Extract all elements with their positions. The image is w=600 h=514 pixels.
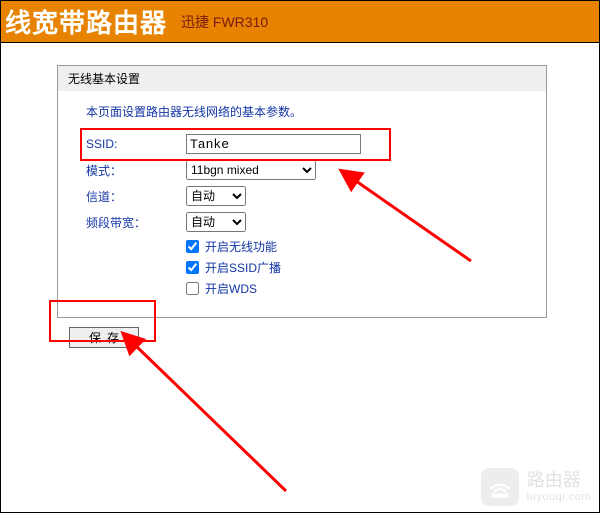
watermark-text: 路由器 luyouqi.com	[527, 471, 591, 503]
enable-ssid-broadcast-label: 开启SSID广播	[205, 259, 281, 276]
page-content: 无线基本设置 本页面设置路由器无线网络的基本参数。 SSID: 模式： 11bg…	[57, 65, 547, 351]
ssid-label: SSID:	[86, 137, 186, 151]
ssid-input[interactable]	[186, 134, 361, 154]
bandwidth-select[interactable]: 自动	[186, 212, 246, 232]
enable-wds-checkbox[interactable]	[186, 282, 199, 295]
bandwidth-label: 频段带宽：	[86, 214, 186, 231]
channel-label: 信道：	[86, 188, 186, 205]
enable-wds-row: 开启WDS	[186, 280, 518, 297]
ssid-row: SSID:	[86, 134, 518, 154]
enable-wireless-label: 开启无线功能	[205, 238, 277, 255]
mode-label: 模式：	[86, 162, 186, 179]
panel-body: 本页面设置路由器无线网络的基本参数。 SSID: 模式： 11bgn mixed…	[58, 91, 546, 317]
channel-select[interactable]: 自动	[186, 186, 246, 206]
save-row: 保存	[57, 324, 547, 351]
watermark: 路由器 luyouqi.com	[481, 468, 591, 506]
save-button[interactable]: 保存	[69, 327, 139, 348]
enable-ssid-broadcast-row: 开启SSID广播	[186, 259, 518, 276]
channel-row: 信道： 自动	[86, 186, 518, 206]
enable-ssid-broadcast-checkbox[interactable]	[186, 261, 199, 274]
wireless-settings-panel: 无线基本设置 本页面设置路由器无线网络的基本参数。 SSID: 模式： 11bg…	[57, 65, 547, 318]
enable-wireless-row: 开启无线功能	[186, 238, 518, 255]
enable-wireless-checkbox[interactable]	[186, 240, 199, 253]
mode-row: 模式： 11bgn mixed	[86, 160, 518, 180]
app-header: 线宽带路由器 迅捷 FWR310	[1, 1, 599, 43]
panel-description: 本页面设置路由器无线网络的基本参数。	[86, 103, 518, 120]
header-model: 迅捷 FWR310	[181, 12, 268, 32]
panel-title: 无线基本设置	[58, 66, 546, 91]
router-icon	[481, 468, 519, 506]
enable-wds-label: 开启WDS	[205, 280, 257, 297]
mode-select[interactable]: 11bgn mixed	[186, 160, 316, 180]
header-title: 线宽带路由器	[5, 3, 167, 40]
bandwidth-row: 频段带宽： 自动	[86, 212, 518, 232]
